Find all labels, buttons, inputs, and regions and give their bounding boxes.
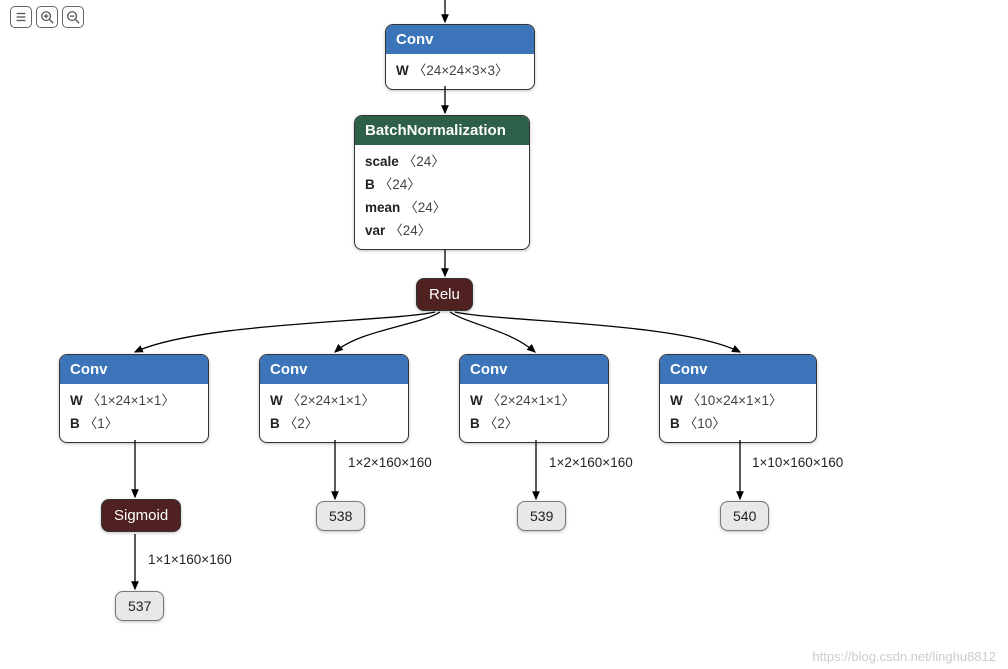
node-body: W 〈2×24×1×1〉 B 〈2〉	[460, 384, 608, 442]
param-var-label: var	[365, 223, 385, 238]
param-scale-label: scale	[365, 154, 399, 169]
param-b-label: B	[70, 416, 80, 431]
node-body: W 〈24×24×3×3〉	[386, 54, 534, 89]
node-conv-branch-1[interactable]: Conv W 〈1×24×1×1〉 B 〈1〉	[59, 354, 209, 443]
param-w-label: W	[396, 63, 409, 78]
param-w-val: 〈1×24×1×1〉	[87, 393, 175, 408]
param-mean-label: mean	[365, 200, 400, 215]
node-header: Conv	[386, 25, 534, 54]
param-w-val: 〈2×24×1×1〉	[287, 393, 375, 408]
param-w-label: W	[470, 393, 483, 408]
node-body: W 〈2×24×1×1〉 B 〈2〉	[260, 384, 408, 442]
param-b-label: B	[670, 416, 680, 431]
node-conv-branch-3[interactable]: Conv W 〈2×24×1×1〉 B 〈2〉	[459, 354, 609, 443]
node-output-537[interactable]: 537	[115, 591, 164, 621]
param-b-val: 〈10〉	[684, 416, 726, 431]
param-b-label: B	[365, 177, 375, 192]
edge-label: 1×2×160×160	[549, 455, 633, 470]
edges-layer	[0, 0, 1008, 669]
edge-label: 1×1×160×160	[148, 552, 232, 567]
param-b-label: B	[270, 416, 280, 431]
param-b-val: 〈2〉	[284, 416, 319, 431]
node-output-538[interactable]: 538	[316, 501, 365, 531]
node-header: BatchNormalization	[355, 116, 529, 145]
list-icon[interactable]	[10, 6, 32, 28]
zoom-in-icon[interactable]	[36, 6, 58, 28]
node-header: Conv	[260, 355, 408, 384]
node-conv-branch-4[interactable]: Conv W 〈10×24×1×1〉 B 〈10〉	[659, 354, 817, 443]
param-mean-val: 〈24〉	[404, 200, 446, 215]
node-output-540[interactable]: 540	[720, 501, 769, 531]
param-b-label: B	[470, 416, 480, 431]
param-w-val: 〈2×24×1×1〉	[487, 393, 575, 408]
node-body: W 〈10×24×1×1〉 B 〈10〉	[660, 384, 816, 442]
node-body: W 〈1×24×1×1〉 B 〈1〉	[60, 384, 208, 442]
node-conv-top[interactable]: Conv W 〈24×24×3×3〉	[385, 24, 535, 90]
param-w-label: W	[270, 393, 283, 408]
node-relu[interactable]: Relu	[416, 278, 473, 311]
node-batchnorm[interactable]: BatchNormalization scale 〈24〉 B 〈24〉 mean 〈…	[354, 115, 530, 250]
param-w-val: 〈24×24×3×3〉	[413, 63, 509, 78]
diagram-toolbar	[10, 6, 84, 28]
param-b-val: 〈2〉	[484, 416, 519, 431]
param-b-val: 〈1〉	[84, 416, 119, 431]
node-header: Conv	[60, 355, 208, 384]
node-conv-branch-2[interactable]: Conv W 〈2×24×1×1〉 B 〈2〉	[259, 354, 409, 443]
param-w-label: W	[70, 393, 83, 408]
zoom-out-icon[interactable]	[62, 6, 84, 28]
edge-label: 1×2×160×160	[348, 455, 432, 470]
node-sigmoid[interactable]: Sigmoid	[101, 499, 181, 532]
param-scale-val: 〈24〉	[403, 154, 445, 169]
node-header: Conv	[660, 355, 816, 384]
watermark: https://blog.csdn.net/linghu8812	[812, 649, 996, 664]
node-header: Conv	[460, 355, 608, 384]
node-output-539[interactable]: 539	[517, 501, 566, 531]
node-body: scale 〈24〉 B 〈24〉 mean 〈24〉 var 〈24〉	[355, 145, 529, 249]
param-b-val: 〈24〉	[379, 177, 421, 192]
edge-label: 1×10×160×160	[752, 455, 843, 470]
param-var-val: 〈24〉	[389, 223, 431, 238]
param-w-val: 〈10×24×1×1〉	[687, 393, 783, 408]
param-w-label: W	[670, 393, 683, 408]
